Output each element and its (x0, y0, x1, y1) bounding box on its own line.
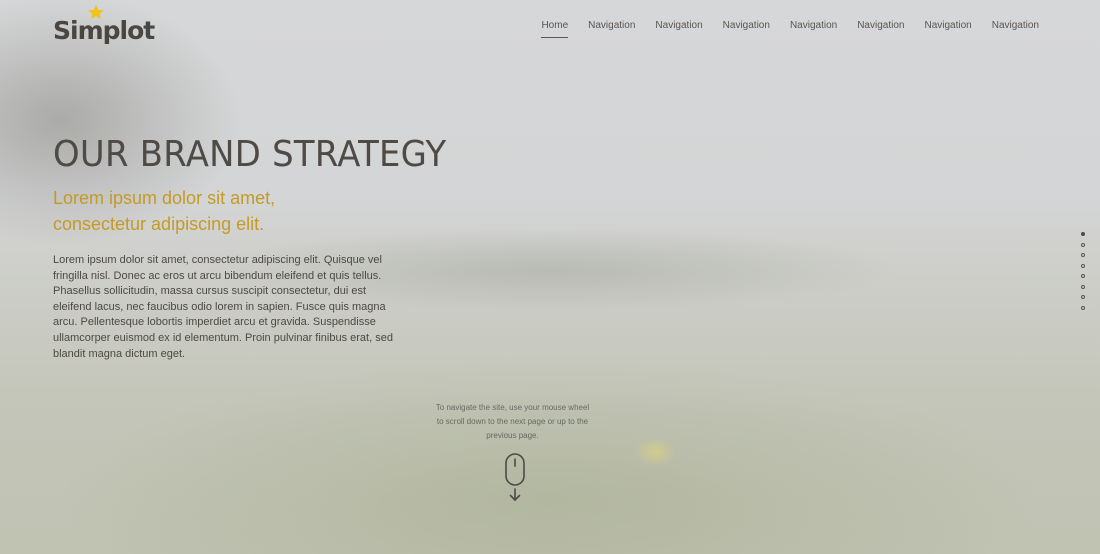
page-dot[interactable] (1081, 253, 1085, 257)
page-dot[interactable] (1081, 263, 1085, 268)
page-dots (1081, 232, 1085, 310)
page-dot[interactable] (1081, 284, 1085, 289)
page-dot[interactable] (1081, 274, 1085, 278)
scroll-hint-text: To navigate the site, use your mouse whe… (435, 403, 590, 440)
hero-subtitle-line: Lorem ipsum dolor sit amet, (53, 188, 276, 208)
nav-item-navigation[interactable]: Navigation (635, 19, 702, 33)
page-title: OUR BRAND STRATEGY (53, 134, 447, 175)
nav-item-navigation[interactable]: Navigation (837, 19, 904, 33)
nav-item-navigation[interactable]: Navigation (703, 19, 770, 33)
page-dot[interactable] (1081, 305, 1085, 310)
simplot-logo[interactable]: Simplot (53, 5, 155, 45)
page-dot[interactable] (1081, 295, 1085, 299)
nav-item-navigation[interactable]: Navigation (904, 19, 971, 33)
brand-name: Simplot (53, 16, 155, 45)
hero-subtitle: Lorem ipsum dolor sit amet, consectetur … (53, 185, 413, 237)
nav-item-home[interactable]: Home (521, 19, 568, 38)
nav-item-navigation[interactable]: Navigation (770, 19, 837, 33)
mouse-scroll-icon[interactable] (505, 453, 525, 503)
nav-item-navigation[interactable]: Navigation (568, 19, 635, 33)
page-dot[interactable] (1081, 232, 1085, 236)
hero-subtitle-line: consectetur adipiscing elit. (53, 214, 265, 234)
nav-item-navigation[interactable]: Navigation (972, 19, 1039, 33)
page-dot[interactable] (1081, 242, 1085, 247)
main-nav: Home Navigation Navigation Navigation Na… (521, 19, 1039, 38)
hero-body-text: Lorem ipsum dolor sit amet, consectetur … (53, 254, 393, 360)
